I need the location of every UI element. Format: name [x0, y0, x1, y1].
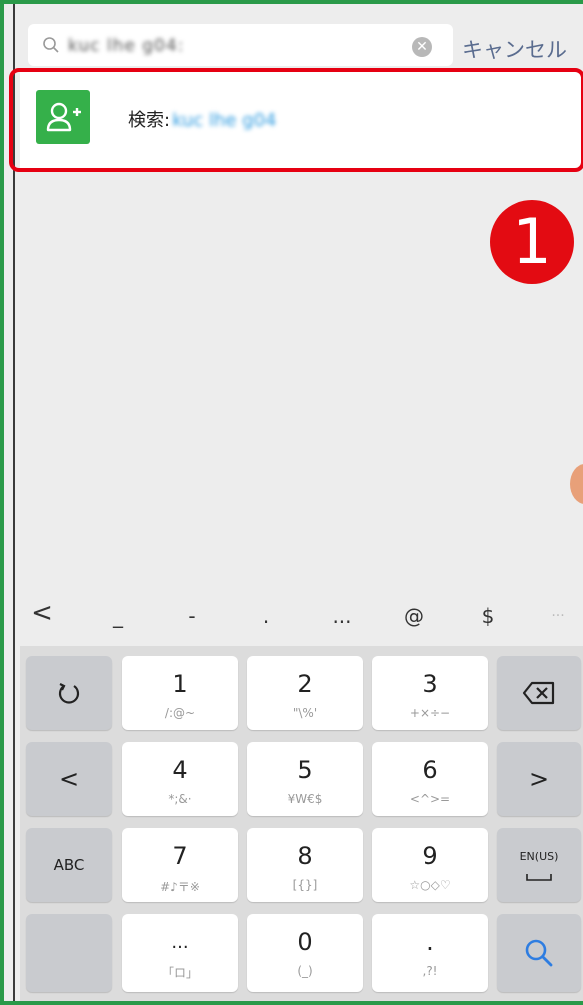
floating-bubble[interactable]: [570, 464, 583, 504]
symbol-hyphen[interactable]: -: [172, 604, 212, 628]
backspace-key[interactable]: [497, 656, 581, 730]
step-number-badge: 1: [490, 200, 574, 284]
clear-icon[interactable]: ✕: [412, 37, 432, 57]
numeric-keyboard: 1/:@~ 2 "\%' 3 +×÷− < 4 *;&· 5 ¥W€$ 6 <^…: [20, 646, 583, 1001]
undo-key[interactable]: [26, 656, 112, 730]
search-bar: kuc lhe g04: ✕ キャンセル: [20, 14, 583, 74]
key-9[interactable]: 9 ☆○◇♡: [372, 828, 488, 902]
key-3[interactable]: 3 +×÷−: [372, 656, 488, 730]
chevron-left-icon: <: [58, 765, 80, 793]
cancel-button[interactable]: キャンセル: [462, 34, 567, 64]
symbol-ellipsis[interactable]: ...: [322, 604, 362, 628]
symbol-back[interactable]: <: [22, 598, 62, 628]
symbol-dollar[interactable]: $: [468, 604, 508, 628]
undo-icon: [58, 683, 80, 704]
search-key-icon: [525, 939, 553, 967]
key-7[interactable]: 7 #♪〒※: [122, 828, 238, 902]
symbol-more[interactable]: ···: [538, 608, 578, 624]
key-0[interactable]: 0 (_): [247, 914, 363, 992]
symbol-underscore[interactable]: _: [98, 604, 138, 628]
language-label: EN(US): [519, 850, 559, 863]
backspace-icon: [522, 681, 555, 705]
key-1[interactable]: 1/:@~: [122, 656, 238, 730]
symbol-bar: < _ - . ... @ $ ···: [20, 594, 583, 646]
abc-key[interactable]: ABC: [26, 828, 112, 902]
cursor-left-key[interactable]: <: [26, 742, 112, 816]
search-value: kuc lhe g04:: [68, 36, 185, 56]
language-key[interactable]: EN(US): [497, 828, 581, 902]
phone-screen: kuc lhe g04: ✕ キャンセル 検索: kuc lhe g04 1 < …: [0, 0, 583, 1005]
key-5[interactable]: 5 ¥W€$: [247, 742, 363, 816]
symbol-at[interactable]: @: [394, 604, 434, 628]
cursor-right-key[interactable]: >: [497, 742, 581, 816]
blank-key[interactable]: [26, 914, 112, 992]
search-key[interactable]: [497, 914, 581, 992]
key-6[interactable]: 6 <^>=: [372, 742, 488, 816]
highlight-frame: [9, 68, 583, 172]
key-2[interactable]: 2 "\%': [247, 656, 363, 730]
key-ellipsis[interactable]: ... 「ロ」: [122, 914, 238, 992]
key-dot[interactable]: .,?!: [372, 914, 488, 992]
search-icon: [43, 37, 59, 53]
space-icon: [526, 874, 552, 881]
key-4[interactable]: 4 *;&·: [122, 742, 238, 816]
symbol-period[interactable]: .: [246, 604, 286, 628]
chevron-right-icon: >: [528, 765, 550, 793]
key-8[interactable]: 8[{}]: [247, 828, 363, 902]
